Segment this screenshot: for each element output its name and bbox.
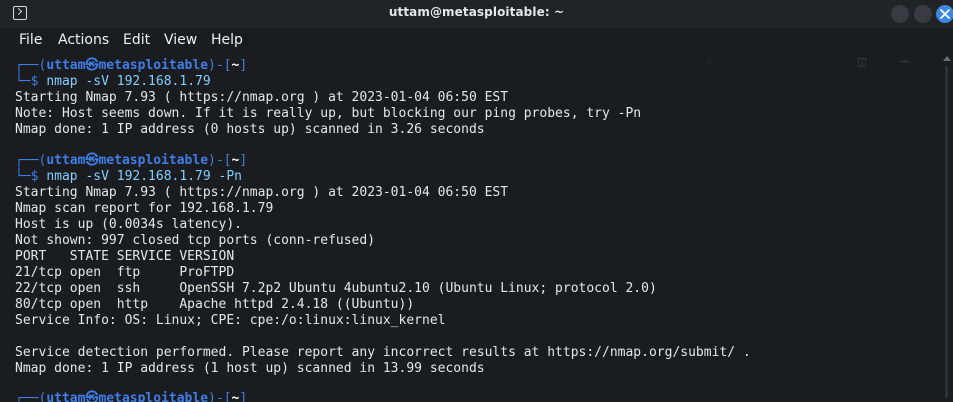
menu-actions[interactable]: Actions [58,32,109,48]
terminal-output[interactable]: ☆ ◫ ⋯ ┌──(uttam㉿metasploitable)-[~] └─$ … [0,54,940,402]
prompt-line-3: ┌──(uttam㉿metasploitable)-[~] [15,391,248,402]
scroll-thumb[interactable] [945,66,948,398]
output-line: 21/tcp open ftp ProFTPD [15,265,235,280]
command-line-2: └─$ nmap -sV 192.168.1.79 -Pn [15,169,242,184]
menu-file[interactable]: File [19,32,42,48]
output-line: Nmap done: 1 IP address (1 host up) scan… [15,361,485,376]
menu-edit[interactable]: Edit [123,32,150,48]
output-line: 80/tcp open http Apache httpd 2.4.18 ((U… [15,297,415,312]
title-bar[interactable]: uttam@metasploitable: ~ [0,0,953,28]
output-line: PORT STATE SERVICE VERSION [15,249,235,264]
minimize-button[interactable] [891,5,909,23]
output-line: Nmap scan report for 192.168.1.79 [15,201,274,216]
vertical-scrollbar[interactable] [940,54,953,402]
terminal-window: uttam@metasploitable: ~ File Actions Edi… [0,0,953,402]
output-line: Nmap done: 1 IP address (0 hosts up) sca… [15,122,485,137]
ghost-shield-icon: ◫ [858,54,867,70]
prompt-line-1: ┌──(uttam㉿metasploitable)-[~] [15,58,248,73]
close-icon [940,9,950,19]
ghost-menu-icon: ⋯ [900,54,909,70]
output-line: Note: Host seems down. If it is really u… [15,106,642,121]
output-line: Starting Nmap 7.93 ( https://nmap.org ) … [15,185,509,200]
menu-help[interactable]: Help [211,32,243,48]
output-line: Starting Nmap 7.93 ( https://nmap.org ) … [15,90,509,105]
output-line: 22/tcp open ssh OpenSSH 7.2p2 Ubuntu 4ub… [15,281,657,296]
close-button[interactable] [936,5,953,23]
output-line: Host is up (0.0034s latency). [15,217,242,232]
ghost-star-icon: ☆ [706,54,715,70]
output-line: Service detection performed. Please repo… [15,345,751,360]
maximize-button[interactable] [914,5,932,23]
menu-bar: File Actions Edit View Help [0,28,953,54]
command-line-1: └─$ nmap -sV 192.168.1.79 [15,74,211,89]
output-line: Service Info: OS: Linux; CPE: cpe:/o:lin… [15,313,446,328]
menu-view[interactable]: View [164,32,197,48]
output-line: Not shown: 997 closed tcp ports (conn-re… [15,233,376,248]
scroll-up-arrow-icon[interactable] [943,56,951,61]
prompt-line-2: ┌──(uttam㉿metasploitable)-[~] [15,153,248,168]
window-title: uttam@metasploitable: ~ [388,5,565,19]
